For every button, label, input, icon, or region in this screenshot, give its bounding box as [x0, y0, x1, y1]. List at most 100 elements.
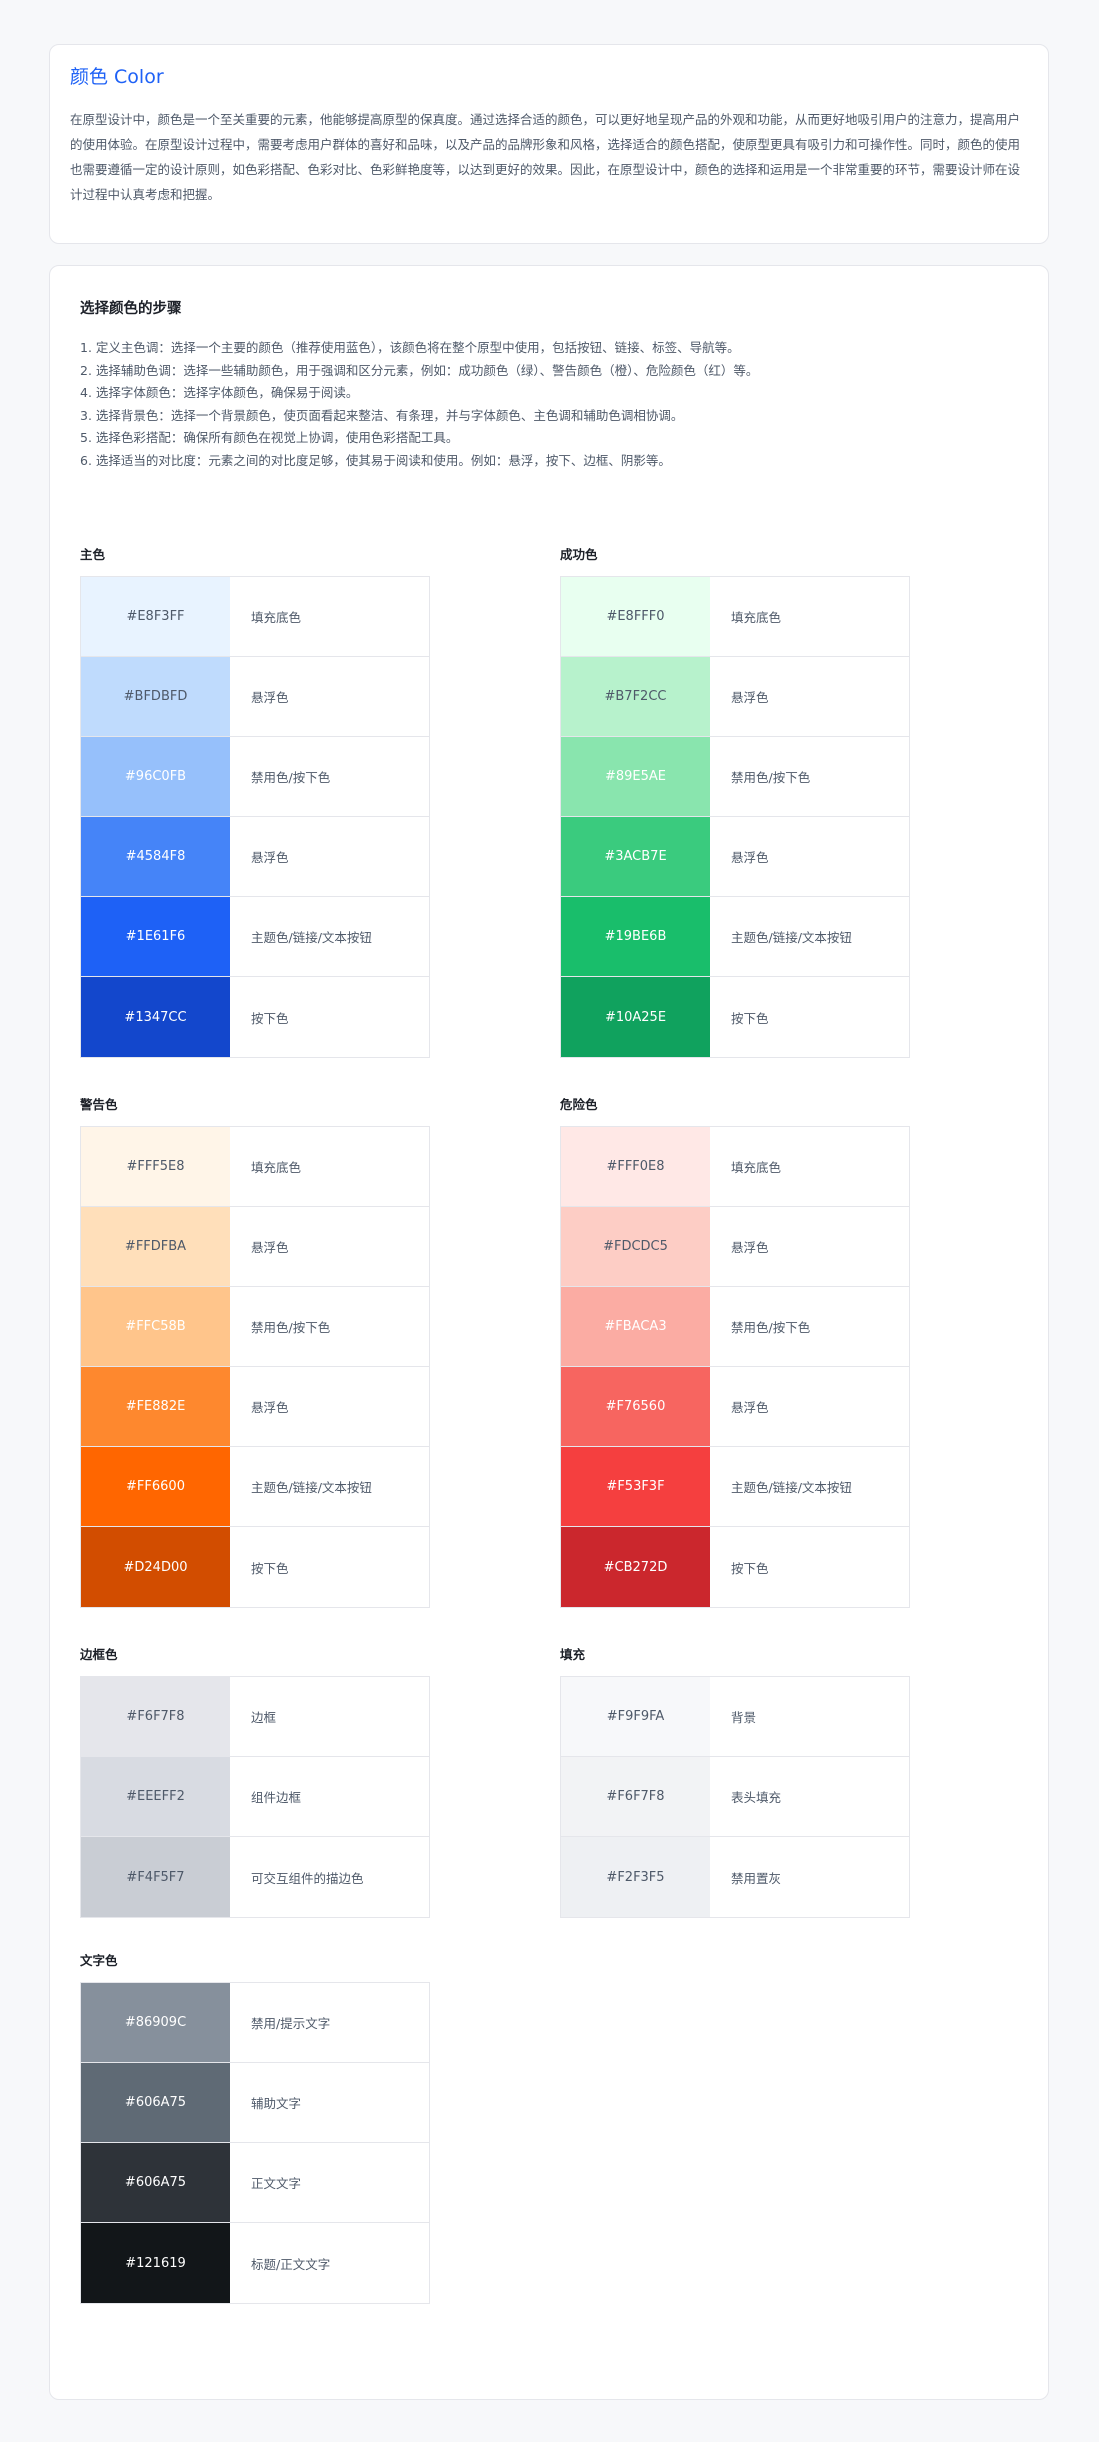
color-usage: 主题色/链接/文本按钮: [251, 1480, 372, 1495]
color-usage: 禁用色/按下色: [251, 770, 331, 785]
swatch-table: #F6F7F8 边框 #EEEFF2 组件边框 #F4F5F7 可交互组件的描边色: [80, 1676, 430, 1918]
swatch-row: #EEEFF2 组件边框: [81, 1757, 429, 1837]
palette-title: 填充: [560, 1647, 586, 1662]
swatch-row: #FFF0E8 填充底色: [561, 1127, 909, 1207]
swatch-row: #F53F3F 主题色/链接/文本按钮: [561, 1447, 909, 1527]
steps-title: 选择颜色的步骤: [80, 301, 182, 317]
color-swatch: #3ACB7E: [561, 817, 710, 896]
color-usage: 正文文字: [251, 2176, 302, 2191]
color-swatch: #E8F3FF: [81, 577, 230, 656]
step-item: 2. 选择辅助色调：选择一些辅助颜色，用于强调和区分元素，例如：成功颜色（绿）、…: [80, 362, 759, 378]
swatch-row: #10A25E 按下色: [561, 977, 909, 1057]
swatch-row: #1347CC 按下色: [81, 977, 429, 1057]
color-swatch: #FDCDC5: [561, 1207, 710, 1286]
palette-fill: 填充 #F9F9FA 背景 #F6F7F8 表头填充 #F2F3F5 禁用置灰: [560, 1646, 910, 1918]
steps-list: 1. 定义主色调：选择一个主要的颜色（推荐使用蓝色），该颜色将在整个原型中使用，…: [80, 337, 1020, 472]
swatch-row: #CB272D 按下色: [561, 1527, 909, 1607]
swatch-row: #F6F7F8 边框: [81, 1677, 429, 1757]
color-swatch: #FFC58B: [81, 1287, 230, 1366]
color-usage: 主题色/链接/文本按钮: [731, 930, 852, 945]
swatch-table: #F9F9FA 背景 #F6F7F8 表头填充 #F2F3F5 禁用置灰: [560, 1676, 910, 1918]
color-usage: 填充底色: [731, 1160, 782, 1175]
palette-text: 文字色 #86909C 禁用/提示文字 #606A75 辅助文字 #606A75 正文文字…: [80, 1952, 430, 2304]
color-swatch: #F76560: [561, 1367, 710, 1446]
step-item: 1. 定义主色调：选择一个主要的颜色（推荐使用蓝色），该颜色将在整个原型中使用，…: [80, 340, 740, 355]
color-swatch: #D24D00: [81, 1527, 230, 1607]
color-swatch: #F53F3F: [561, 1447, 710, 1526]
color-usage: 表头填充: [731, 1790, 782, 1805]
color-usage: 禁用/提示文字: [251, 2016, 331, 2031]
palette-title: 危险色: [560, 1097, 598, 1112]
color-usage: 悬浮色: [731, 850, 769, 865]
color-swatch: #FFF5E8: [81, 1127, 230, 1206]
intro-description: 在原型设计中，颜色是一个至关重要的元素，他能够提高原型的保真度。通过选择合适的颜…: [70, 112, 1021, 202]
step-item: 4. 选择字体颜色：选择字体颜色，确保易于阅读。: [80, 385, 359, 400]
color-swatch: #89E5AE: [561, 737, 710, 816]
palette-success: 成功色 #E8FFF0 填充底色 #B7F2CC 悬浮色 #89E5AE 禁用色/按下色 #…: [560, 546, 910, 1058]
color-usage: 按下色: [731, 1560, 769, 1576]
color-swatch: #F2F3F5: [561, 1837, 710, 1917]
swatch-row: #F4F5F7 可交互组件的描边色: [81, 1837, 429, 1917]
swatch-row: #FDCDC5 悬浮色: [561, 1207, 909, 1287]
palette-title: 边框色: [80, 1647, 118, 1662]
palette-title: 警告色: [80, 1097, 118, 1112]
color-swatch: #F6F7F8: [81, 1677, 230, 1756]
color-usage: 悬浮色: [251, 1400, 289, 1415]
palette-primary: 主色 #E8F3FF 填充底色 #BFDBFD 悬浮色 #96C0FB 禁用色/按下色 #4…: [80, 546, 430, 1058]
color-usage: 填充底色: [731, 610, 782, 625]
color-usage: 按下色: [731, 1010, 769, 1026]
color-usage: 悬浮色: [731, 1400, 769, 1415]
swatch-table: #FFF0E8 填充底色 #FDCDC5 悬浮色 #FBACA3 禁用色/按下色 #F765…: [560, 1126, 910, 1608]
color-swatch: #FE882E: [81, 1367, 230, 1446]
color-usage: 边框: [251, 1710, 277, 1725]
color-swatch: #1E61F6: [81, 897, 230, 976]
color-usage: 辅助文字: [251, 2096, 302, 2111]
swatch-row: #FF6600 主题色/链接/文本按钮: [81, 1447, 429, 1527]
swatch-row: #B7F2CC 悬浮色: [561, 657, 909, 737]
color-usage: 按下色: [251, 1560, 289, 1576]
swatch-row: #96C0FB 禁用色/按下色: [81, 737, 429, 817]
color-usage: 可交互组件的描边色: [251, 1870, 364, 1886]
color-swatch: #F4F5F7: [81, 1837, 230, 1917]
color-swatch: #1347CC: [81, 977, 230, 1057]
color-swatch: #FBACA3: [561, 1287, 710, 1366]
color-usage: 主题色/链接/文本按钮: [251, 930, 372, 945]
swatch-row: #606A75 正文文字: [81, 2143, 429, 2223]
color-swatch: #EEEFF2: [81, 1757, 230, 1836]
step-item: 6. 选择适当的对比度：元素之间的对比度足够，使其易于阅读和使用。例如：悬浮，按…: [80, 452, 671, 468]
color-usage: 组件边框: [251, 1790, 302, 1805]
swatch-row: #F76560 悬浮色: [561, 1367, 909, 1447]
swatch-row: #F9F9FA 背景: [561, 1677, 909, 1757]
color-usage: 禁用置灰: [731, 1870, 782, 1886]
color-swatch: #F6F7F8: [561, 1757, 710, 1836]
color-usage: 禁用色/按下色: [251, 1320, 331, 1335]
color-usage: 悬浮色: [731, 1240, 769, 1255]
swatch-row: #BFDBFD 悬浮色: [81, 657, 429, 737]
swatch-table: #E8F3FF 填充底色 #BFDBFD 悬浮色 #96C0FB 禁用色/按下色 #4584…: [80, 576, 430, 1058]
color-usage: 背景: [731, 1710, 757, 1725]
color-swatch: #86909C: [81, 1983, 230, 2062]
swatch-row: #F2F3F5 禁用置灰: [561, 1837, 909, 1917]
color-usage: 禁用色/按下色: [731, 770, 811, 785]
palette-border: 边框色 #F6F7F8 边框 #EEEFF2 组件边框 #F4F5F7 可交互组件的描边色: [80, 1646, 430, 1918]
color-guide-card: 选择颜色的步骤 1. 定义主色调：选择一个主要的颜色（推荐使用蓝色），该颜色将在…: [49, 265, 1049, 2400]
swatch-table: #86909C 禁用/提示文字 #606A75 辅助文字 #606A75 正文文字 #121…: [80, 1982, 430, 2304]
swatch-row: #89E5AE 禁用色/按下色: [561, 737, 909, 817]
color-usage: 悬浮色: [251, 690, 289, 705]
swatch-row: #3ACB7E 悬浮色: [561, 817, 909, 897]
color-swatch: #19BE6B: [561, 897, 710, 976]
color-swatch: #121619: [81, 2223, 230, 2303]
step-item: 3. 选择背景色：选择一个背景颜色，使页面看起来整洁、有条理，并与字体颜色、主色…: [80, 407, 684, 423]
swatch-row: #D24D00 按下色: [81, 1527, 429, 1607]
swatch-row: #FFDFBA 悬浮色: [81, 1207, 429, 1287]
color-swatch: #FFDFBA: [81, 1207, 230, 1286]
color-usage: 填充底色: [251, 1160, 302, 1175]
color-usage: 悬浮色: [251, 850, 289, 865]
color-swatch: #E8FFF0: [561, 577, 710, 656]
color-swatch: #B7F2CC: [561, 657, 710, 736]
swatch-row: #FBACA3 禁用色/按下色: [561, 1287, 909, 1367]
color-swatch: #4584F8: [81, 817, 230, 896]
color-swatch: #FFF0E8: [561, 1127, 710, 1206]
palette-title: 主色: [80, 547, 106, 562]
step-item: 5. 选择色彩搭配：确保所有颜色在视觉上协调，使用色彩搭配工具。: [80, 430, 459, 445]
